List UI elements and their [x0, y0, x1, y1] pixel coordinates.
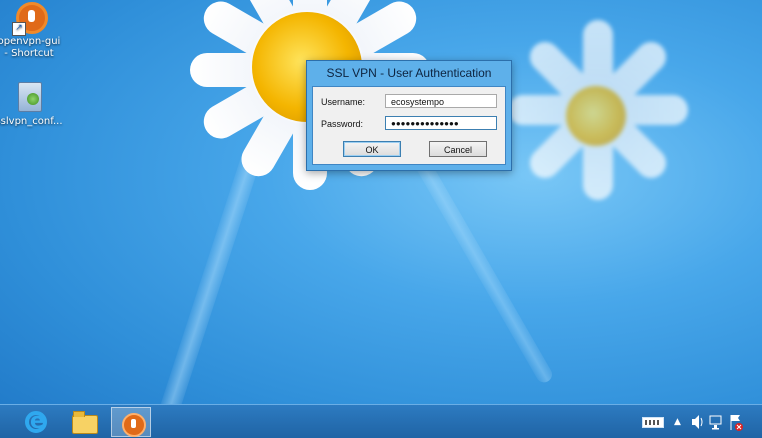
openvpn-icon — [122, 413, 146, 437]
ok-button[interactable]: OK — [343, 141, 401, 157]
keyboard-icon[interactable] — [642, 417, 664, 428]
wallpaper-daisy-blurred — [500, 20, 700, 220]
openvpn-icon: ↗ — [12, 0, 48, 36]
password-label: Password: — [321, 119, 364, 129]
network-icon[interactable] — [708, 405, 724, 438]
action-center-flag-icon[interactable] — [728, 405, 744, 438]
dialog-body: Username: ecosystempo Password: ●●●●●●●●… — [312, 86, 506, 165]
show-hidden-icons-icon[interactable]: ▲ — [674, 405, 681, 438]
username-label: Username: — [321, 97, 366, 107]
desktop-icon-label: sslvpn_conf... — [0, 116, 63, 127]
dialog-title[interactable]: SSL VPN - User Authentication — [307, 61, 511, 86]
taskbar: ▲ — [0, 404, 762, 438]
taskbar-file-explorer[interactable] — [64, 407, 104, 437]
shortcut-arrow-icon: ↗ — [12, 22, 26, 36]
taskbar-openvpn[interactable] — [111, 407, 151, 437]
taskbar-internet-explorer[interactable] — [16, 407, 56, 437]
desktop-icon-label-2: - Shortcut — [4, 48, 54, 59]
desktop[interactable]: ↗ openvpn-gui - Shortcut sslvpn_conf... … — [0, 0, 762, 438]
speaker-icon[interactable] — [690, 405, 704, 438]
username-field[interactable]: ecosystempo — [385, 94, 497, 108]
desktop-icon-label: openvpn-gui — [0, 36, 61, 47]
cancel-button[interactable]: Cancel — [429, 141, 487, 157]
installer-icon — [12, 80, 46, 114]
desktop-icon-sslvpn-conf[interactable]: sslvpn_conf... — [0, 80, 64, 128]
desktop-icon-openvpn-gui[interactable]: ↗ openvpn-gui - Shortcut — [0, 0, 64, 60]
password-field[interactable]: ●●●●●●●●●●●●●● — [385, 116, 497, 130]
ssl-vpn-auth-dialog: SSL VPN - User Authentication Username: … — [306, 60, 512, 171]
file-explorer-icon — [72, 411, 98, 434]
internet-explorer-icon — [25, 409, 47, 434]
